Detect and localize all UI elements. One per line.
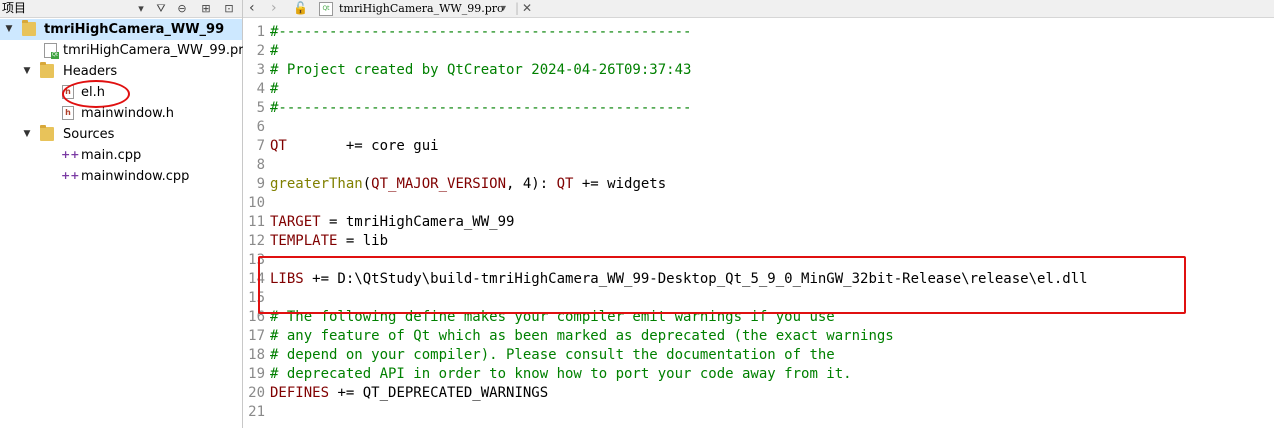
code-line: TEMPLATE = lib <box>270 233 389 249</box>
line-number: 20 <box>248 385 265 401</box>
tree-item-headers[interactable]: ▼ Headers <box>0 61 242 82</box>
code-line: DEFINES += QT_DEPRECATED_WARNINGS <box>270 385 549 401</box>
red-box-annotation <box>258 256 1186 314</box>
cpp-file-icon: ++ <box>61 169 80 182</box>
code-line: # Project created by QtCreator 2024-04-2… <box>270 62 692 78</box>
line-number: 12 <box>248 233 265 249</box>
code-line: QT += core gui <box>270 138 439 154</box>
code-line: # depend on your compiler). Please consu… <box>270 347 835 363</box>
file-dropdown-icon[interactable]: ▾ <box>501 0 506 17</box>
back-icon[interactable]: ‹ <box>249 0 255 17</box>
code-line: # deprecated API in order to know how to… <box>270 366 852 382</box>
tree-item-label: main.cpp <box>81 148 142 163</box>
view-dropdown-icon[interactable]: ▾ <box>136 1 146 16</box>
code-line: # <box>270 43 279 59</box>
lock-icon: 🔓 <box>293 1 308 15</box>
editor-toolbar: ‹ › 🔓 Qt tmriHighCamera_WW_99.pro ▾ | ✕ <box>243 0 1274 18</box>
split-icon[interactable]: ⊞ <box>199 1 213 16</box>
pro-file-icon: Qt <box>44 43 59 59</box>
tree-item-main-cpp[interactable]: ++ main.cpp <box>0 145 242 166</box>
code-line: # any feature of Qt which as been marked… <box>270 328 894 344</box>
line-number: 11 <box>248 214 265 230</box>
line-number: 5 <box>256 100 265 116</box>
code-line: #---------------------------------------… <box>270 24 692 40</box>
toolbar-separator: | <box>515 1 520 15</box>
line-number: 19 <box>248 366 265 382</box>
collapse-arrow-icon[interactable]: ▼ <box>3 19 15 40</box>
forward-icon[interactable]: › <box>271 0 277 17</box>
tree-item-mainwindow-cpp[interactable]: ++ mainwindow.cpp <box>0 166 242 187</box>
red-circle-annotation <box>62 80 130 108</box>
line-number: 17 <box>248 328 265 344</box>
code-line: TARGET = tmriHighCamera_WW_99 <box>270 214 515 230</box>
line-number: 6 <box>256 119 265 135</box>
project-folder-icon <box>22 20 36 36</box>
tree-item-pro-file[interactable]: Qt tmriHighCamera_WW_99.pro <box>0 40 251 61</box>
collapse-arrow-icon[interactable]: ▼ <box>21 124 33 145</box>
file-type-icon: Qt <box>319 2 333 16</box>
code-line: greaterThan(QT_MAJOR_VERSION, 4): QT += … <box>270 176 667 192</box>
code-line: # <box>270 81 279 97</box>
line-number: 4 <box>256 81 265 97</box>
code-editor[interactable]: #---------------------------------------… <box>270 18 1270 428</box>
collapse-arrow-icon[interactable]: ▼ <box>21 61 33 82</box>
filter-icon[interactable]: ⛛ <box>154 1 168 16</box>
close-file-icon[interactable]: ✕ <box>522 0 532 17</box>
project-pane-title: 项目 <box>2 1 27 15</box>
tree-item-mainwindow-h[interactable]: h mainwindow.h <box>0 103 242 124</box>
line-number: 7 <box>256 138 265 154</box>
line-number: 8 <box>256 157 265 173</box>
line-number: 18 <box>248 347 265 363</box>
tree-item-project[interactable]: ▼ tmriHighCamera_WW_99 <box>0 19 242 40</box>
line-number: 10 <box>248 195 265 211</box>
code-line: #---------------------------------------… <box>270 100 692 116</box>
cpp-file-icon: ++ <box>61 148 80 161</box>
tree-item-label: Headers <box>63 64 118 79</box>
tree-item-sources[interactable]: ▼ Sources <box>0 124 242 145</box>
line-number: 21 <box>248 404 265 420</box>
tree-item-label: tmriHighCamera_WW_99 <box>44 22 225 37</box>
tree-item-label: tmriHighCamera_WW_99.pro <box>63 43 252 58</box>
headers-folder-icon <box>40 62 54 78</box>
link-icon[interactable]: ⊖ <box>175 1 189 16</box>
line-number: 1 <box>256 24 265 40</box>
line-number: 2 <box>256 43 265 59</box>
tree-item-label: Sources <box>63 127 115 142</box>
sources-folder-icon <box>40 125 54 141</box>
close-pane-icon[interactable]: ⊡ <box>222 1 236 16</box>
line-number: 3 <box>256 62 265 78</box>
project-pane-toolbar: 项目 ▾ ⛛ ⊖ ⊞ ⊡ <box>0 0 242 18</box>
open-file-name[interactable]: tmriHighCamera_WW_99.pro <box>339 0 504 17</box>
line-number-gutter: 1 2 3 4 5 6 7 8 9 10 11 12 13 14 15 16 17 18 19 20 21 <box>243 18 265 428</box>
header-file-icon: h <box>62 106 74 120</box>
line-number: 9 <box>256 176 265 192</box>
project-tree-pane: 项目 ▾ ⛛ ⊖ ⊞ ⊡ ▼ tmriHighCamera_WW_99 Qt t… <box>0 0 251 428</box>
tree-item-label: mainwindow.cpp <box>81 169 190 184</box>
